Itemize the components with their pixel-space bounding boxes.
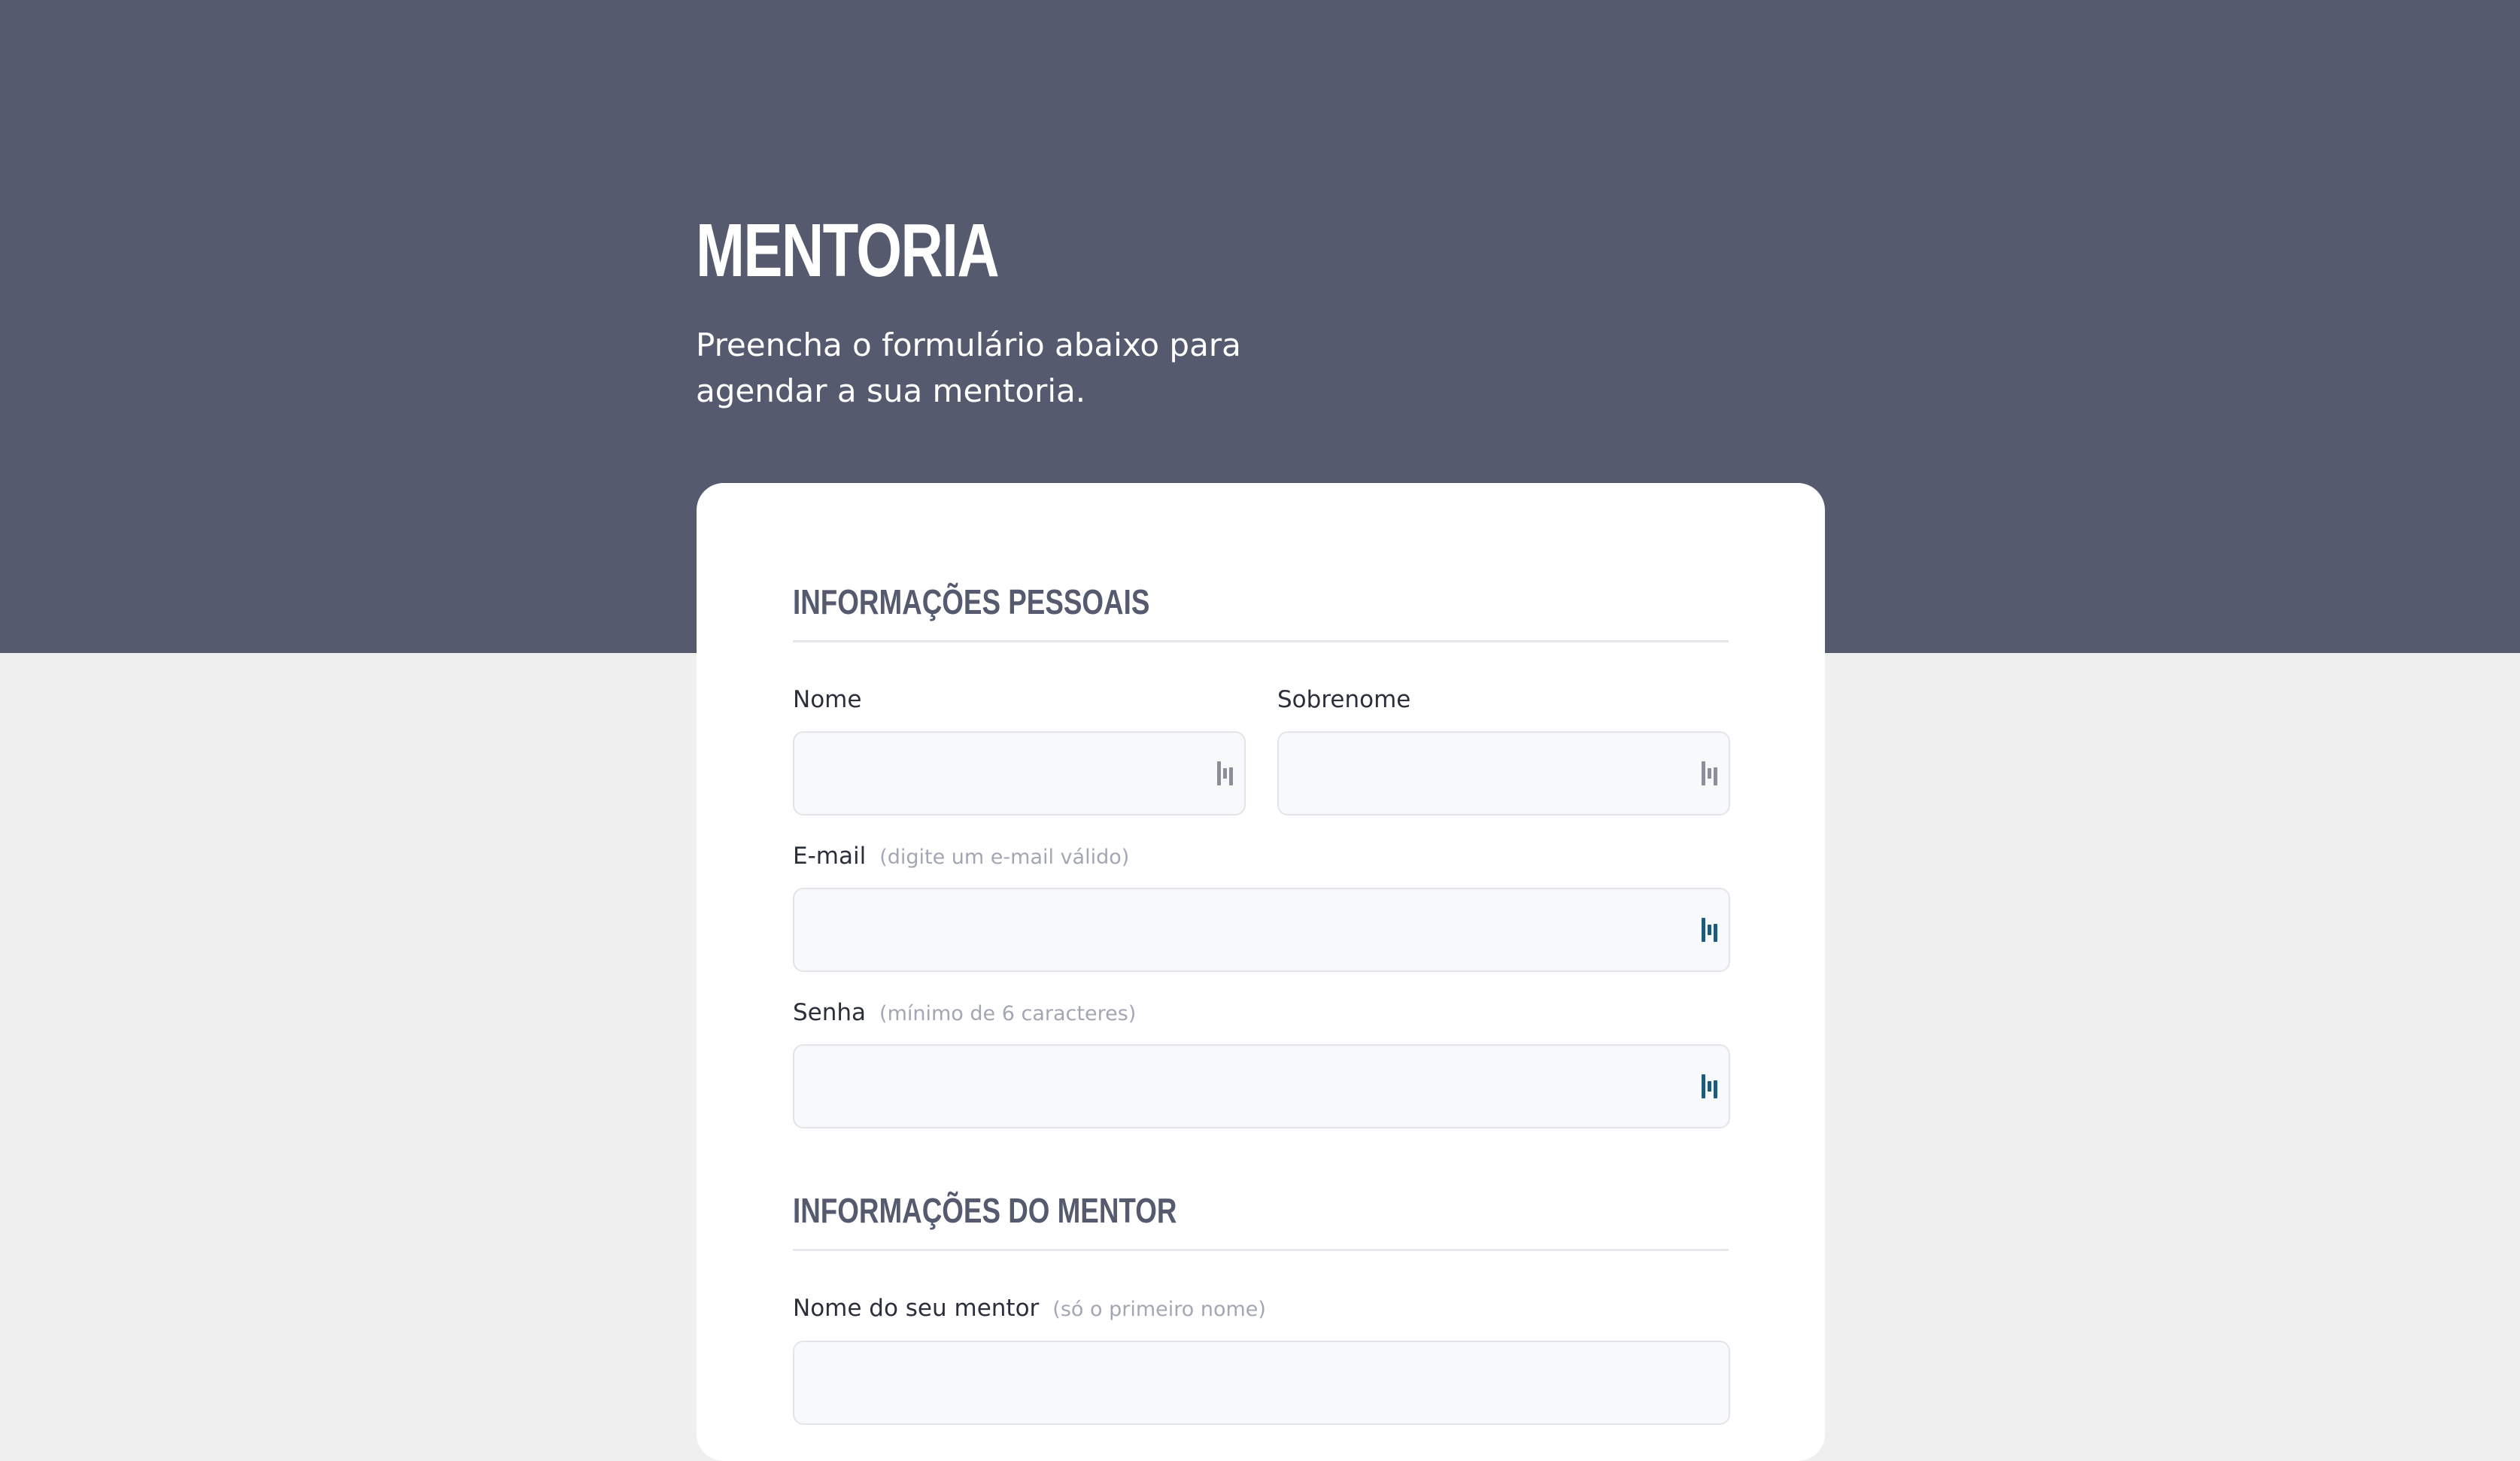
password-manager-icon[interactable]: [1217, 761, 1237, 785]
email-label-text: E-mail: [793, 843, 867, 870]
page-title: MENTORIA: [696, 208, 1000, 293]
password-label-text: Senha: [793, 999, 867, 1026]
last-name-input[interactable]: [1277, 731, 1730, 816]
password-manager-icon[interactable]: [1702, 918, 1721, 942]
password-label: Senha (mínimo de 6 caracteres): [793, 998, 1136, 1029]
mentor-name-label: Nome do seu mentor (só o primeiro nome): [793, 1293, 1266, 1325]
section-divider: [793, 640, 1729, 642]
first-name-input[interactable]: [793, 731, 1246, 816]
email-input[interactable]: [793, 888, 1730, 972]
mentor-name-hint: (só o primeiro nome): [1052, 1298, 1266, 1321]
password-manager-icon[interactable]: [1702, 761, 1721, 785]
password-manager-icon[interactable]: [1702, 1074, 1721, 1098]
first-name-label: Nome: [793, 685, 861, 715]
form-card: INFORMAÇÕES PESSOAIS Nome Sobrenome E-ma…: [697, 483, 1825, 1461]
email-hint: (digite um e-mail válido): [879, 846, 1130, 869]
mentor-info-heading: INFORMAÇÕES DO MENTOR: [793, 1191, 1177, 1230]
first-name-label-text: Nome: [793, 686, 862, 713]
last-name-label-text: Sobrenome: [1277, 686, 1411, 713]
password-input[interactable]: [793, 1044, 1730, 1128]
personal-info-heading: INFORMAÇÕES PESSOAIS: [793, 582, 1150, 621]
password-hint: (mínimo de 6 caracteres): [879, 1002, 1137, 1025]
mentor-name-input[interactable]: [793, 1341, 1730, 1425]
section-divider: [793, 1249, 1729, 1251]
email-label: E-mail (digite um e-mail válido): [793, 841, 1129, 873]
mentor-name-label-text: Nome do seu mentor: [793, 1295, 1040, 1322]
page-subtitle: Preencha o formulário abaixo para agenda…: [696, 327, 1241, 409]
last-name-label: Sobrenome: [1277, 685, 1410, 715]
